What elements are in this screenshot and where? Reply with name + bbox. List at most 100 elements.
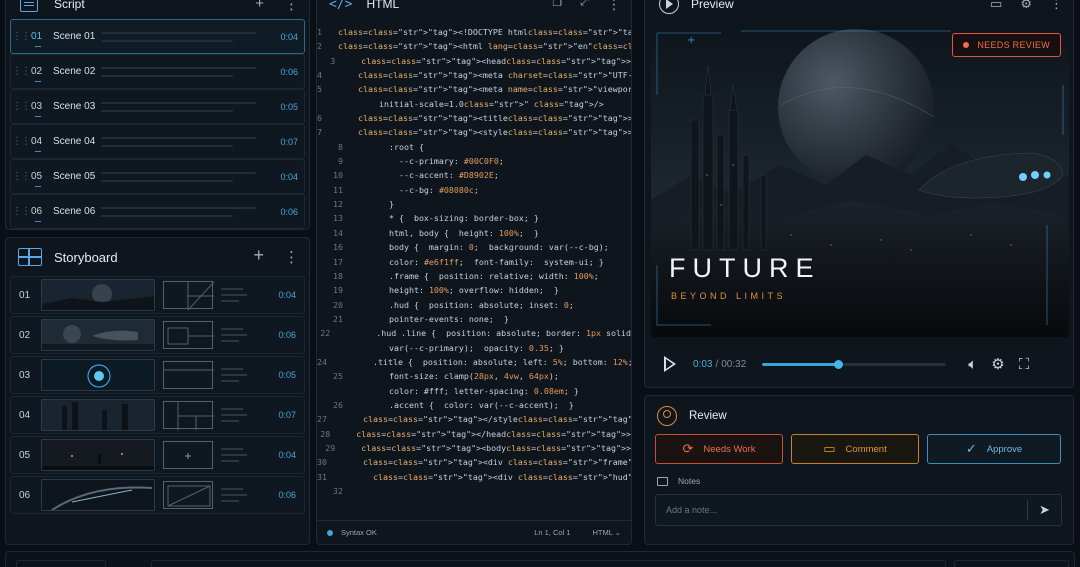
storyboard-row[interactable]: 04 0:07 [10,396,305,434]
drag-handle-icon[interactable]: ⋮⋮ [11,206,31,217]
frame-layout-icon [163,481,213,509]
storyboard-row[interactable]: 02 0:06 [10,316,305,354]
drag-handle-icon[interactable]: ⋮⋮ [11,101,31,112]
frame-thumbnail[interactable] [41,279,155,311]
code-line: 5 class=class="str">"tag"><meta name=cla… [317,82,631,96]
code-line: 21 pointer-events: none; } [317,312,631,326]
code-text: .hud .line { position: absolute; border:… [346,328,631,339]
expand-icon[interactable]: ⤢ [580,0,589,13]
scene-row[interactable]: ⋮⋮ 06 Scene 06 0:06 [10,194,305,229]
play-circle-icon [659,0,679,14]
bottom-tab[interactable] [954,560,1069,567]
code-line: 24 .title { position: absolute; left: 5%… [317,355,631,369]
drag-handle-icon[interactable]: ⋮⋮ [11,136,31,147]
scene-number: 01 [31,31,43,42]
frame-thumbnail[interactable] [41,479,155,511]
video-controls: 0:03 / 00:32 🔈︎ ⚙ ⛶ [651,349,1067,379]
code-text: :root { [359,141,424,152]
needs-work-button[interactable]: ⟳ Needs Work [655,434,783,464]
code-text: class=class="str">"tag"><headclass=class… [361,55,631,66]
notes-label-row: Notes [657,476,700,486]
code-text: class=class="str">"tag"><!DOCTYPE htmlcl… [338,27,632,37]
scene-row[interactable]: ⋮⋮ 05 Scene 05 0:04 [10,159,305,194]
storyboard-row[interactable]: 03 0:05 [10,356,305,394]
drag-handle-icon[interactable]: ⋮⋮ [11,66,31,77]
code-text: class=class="str">"tag"><html lang=class… [338,41,632,52]
badge-label: NEEDS REVIEW [977,40,1050,50]
frame-thumbnail[interactable] [41,319,155,351]
scene-number: 03 [31,101,43,112]
code-text: class=class="str">"tag"></styleclass=cla… [362,414,632,425]
preview-settings-icon[interactable]: ⚙ [1020,0,1032,12]
storyboard-row[interactable]: 06 0:06 [10,476,305,514]
comment-label: Comment [845,443,887,455]
frame-number: 06 [19,489,31,501]
comment-button[interactable]: ▭ Comment [791,434,919,464]
scene-duration: 0:04 [280,31,298,42]
editor-title: HTML [366,0,400,11]
bottom-bar [5,551,1075,567]
scene-row[interactable]: ⋮⋮ 04 Scene 04 0:07 [10,124,305,159]
scene-marker [35,151,41,152]
scene-name: Scene 04 [53,136,96,147]
scene-name: Scene 03 [53,101,96,112]
scene-row[interactable]: ⋮⋮ 01 Scene 01 0:04 [10,19,305,54]
line-number: 13 [333,213,343,224]
code-line: 7 class=class="str">"tag"><styleclass=cl… [317,125,631,139]
drag-handle-icon[interactable]: ⋮⋮ [11,31,31,42]
fullscreen-icon[interactable]: ⛶ [1019,356,1030,373]
scene-text-placeholder [101,202,270,222]
send-icon[interactable]: ➤ [1027,500,1061,520]
cursor-position: Ln 1, Col 1 [534,528,571,537]
code-line: 3 class=class="str">"tag"><headclass=cla… [317,54,631,68]
drag-handle-icon[interactable]: ⋮⋮ [11,171,31,182]
add-frame-icon[interactable]: + [253,245,264,266]
storyboard-more-icon[interactable]: ⋮ [284,248,299,266]
seek-bar[interactable] [762,359,947,369]
badge-dot [963,42,970,48]
line-number: 11 [333,184,343,195]
code-text: class=class="str">"tag"><meta name=class… [357,84,631,95]
scene-row[interactable]: ⋮⋮ 02 Scene 02 0:06 [10,54,305,89]
line-number: 3 [330,55,336,66]
frame-thumbnail[interactable] [41,399,155,431]
play-icon[interactable] [663,356,677,372]
notes-icon [657,476,668,486]
code-editor[interactable]: 1 class=class="str">"tag"><!DOCTYPE htmlc… [317,25,631,498]
add-icon[interactable]: + [255,0,264,13]
preview-more-icon[interactable]: ⋮ [1050,0,1063,12]
needs-review-badge: NEEDS REVIEW [952,33,1061,57]
copy-icon[interactable]: ❐ [552,0,562,13]
settings-icon[interactable]: ⚙ [991,355,1004,373]
language-select[interactable]: HTML [592,528,621,537]
code-text: class=class="str">"tag"><titleclass=clas… [357,113,632,124]
more-icon[interactable]: ⋮ [284,0,299,13]
timeline-area[interactable] [151,560,946,567]
bottom-tab[interactable] [16,560,106,567]
line-number: 21 [333,313,343,324]
frame-thumbnail[interactable] [41,439,155,471]
time-separator: / [715,358,719,370]
approve-button[interactable]: ✓ Approve [927,434,1061,464]
scene-row[interactable]: ⋮⋮ 03 Scene 03 0:05 [10,89,305,124]
scene-text-placeholder [101,62,270,82]
frame-layout-icon [163,441,213,469]
video-frame[interactable]: + NEEDS REVIEW FUTURE BEYOND LIMITS [651,25,1069,337]
code-text: initial-scale=1.0class="str">" class="ta… [359,98,604,109]
code-line: 14 html, body { height: 100%; } [317,226,631,240]
storyboard-row[interactable]: 01 0:04 [10,276,305,314]
editor-more-icon[interactable]: ⋮ [607,0,621,13]
review-panel: Review ⟳ Needs Work ▭ Comment ✓ Approve … [644,395,1074,545]
code-line: 2 class=class="str">"tag"><html lang=clas… [317,39,631,53]
seek-handle[interactable] [833,359,843,369]
monitor-icon[interactable]: ▭ [990,0,1002,12]
code-text: height: 100%; overflow: hidden; } [359,285,559,296]
code-text: } [359,199,394,210]
frame-thumbnail[interactable] [41,359,155,391]
storyboard-row[interactable]: 05 0:04 [10,436,305,474]
note-input[interactable] [656,495,1027,525]
frame-notes-placeholder [221,445,268,465]
volume-icon[interactable]: 🔈︎ [968,356,977,373]
scene-name: Scene 01 [53,31,96,42]
